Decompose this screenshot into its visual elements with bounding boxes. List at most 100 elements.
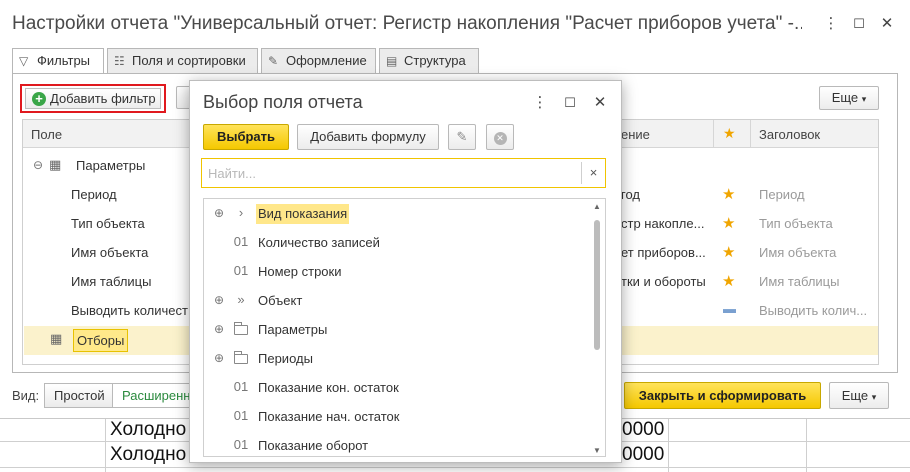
tree-item[interactable]: 01 Показание оборот <box>204 431 589 456</box>
tree-item[interactable]: ⊕ Параметры <box>204 315 589 344</box>
star-column-icon[interactable]: ★ <box>723 125 736 142</box>
tree-item-label[interactable]: Показание оборот <box>256 436 370 456</box>
tree-scrollbar[interactable]: ▲ ▼ <box>590 200 604 456</box>
view-extended-link[interactable]: Расширенн <box>112 383 192 408</box>
column-separator <box>713 120 714 148</box>
filter-row-value[interactable]: тки и обороты <box>621 274 706 289</box>
number-icon: 01 <box>233 234 249 249</box>
sheet-cell-value: 0000 <box>622 444 665 465</box>
tree-item-label[interactable]: Параметры <box>256 320 329 340</box>
group-parameters[interactable]: Параметры <box>76 158 145 173</box>
tree-item[interactable]: 01 Показание нач. остаток <box>204 402 589 431</box>
fields-icon: ☷ <box>114 54 125 68</box>
number-icon: 01 <box>233 379 249 394</box>
filter-icon: ▽ <box>19 54 29 68</box>
expand-icon[interactable]: ⊕ <box>213 322 225 336</box>
expand-icon[interactable]: ⊕ <box>213 351 225 365</box>
search-field[interactable]: × <box>201 158 606 188</box>
tree-item[interactable]: ⊕ › Вид показания <box>204 199 589 228</box>
select-button[interactable]: Выбрать <box>203 124 289 150</box>
tab-label: Фильтры <box>37 53 91 68</box>
tab-label: Поля и сортировки <box>132 53 246 68</box>
scroll-up-icon[interactable]: ▲ <box>590 202 604 211</box>
tree-item-label[interactable]: Показание нач. остаток <box>256 407 401 427</box>
tree-item[interactable]: 01 Номер строки <box>204 257 589 286</box>
tree-item-label[interactable]: Вид показания <box>256 204 350 224</box>
more-button[interactable]: Еще ▾ <box>819 86 879 110</box>
delete-button[interactable]: ✕ <box>486 124 514 150</box>
tree-item[interactable]: ⊕ » Объект <box>204 286 589 315</box>
tab-label: Структура <box>404 53 466 68</box>
close-icon[interactable]: ✕ <box>590 93 610 113</box>
column-separator <box>750 120 751 148</box>
number-icon: 01 <box>233 408 249 423</box>
tree-item-label[interactable]: Номер строки <box>256 262 344 282</box>
filter-row-field[interactable]: Имя таблицы <box>71 274 151 289</box>
filter-row-heading[interactable]: Период <box>759 187 805 202</box>
tab-label: Оформление <box>286 53 367 68</box>
chevron-right-icon: › <box>238 205 244 220</box>
bottom-more-button[interactable]: Еще ▾ <box>829 382 889 409</box>
filter-row-field[interactable]: Тип объекта <box>71 216 145 231</box>
add-filter-button[interactable]: + Добавить фильтр <box>20 84 166 113</box>
dash-icon[interactable]: ▬ <box>723 301 736 316</box>
double-chevron-icon: » <box>237 292 245 307</box>
more-options-icon[interactable]: ⋮ <box>821 14 841 34</box>
filter-row-heading[interactable]: Имя таблицы <box>759 274 839 289</box>
delete-circle-icon: ✕ <box>493 132 507 145</box>
filter-row-field[interactable]: Выводить количест <box>71 303 188 318</box>
star-icon[interactable]: ★ <box>722 272 735 290</box>
maximize-icon[interactable]: ☐ <box>849 14 869 34</box>
add-filter-button-body[interactable]: + Добавить фильтр <box>25 88 161 109</box>
tree-item-label[interactable]: Объект <box>256 291 304 311</box>
more-label: Еще <box>831 90 859 105</box>
tree-item[interactable]: ⊕ Периоды <box>204 344 589 373</box>
filter-row-value[interactable]: год <box>621 187 640 202</box>
filter-row-heading[interactable]: Имя объекта <box>759 245 836 260</box>
maximize-icon[interactable]: ☐ <box>560 93 580 113</box>
column-header-field[interactable]: Поле <box>31 127 62 142</box>
filter-row-value[interactable]: стр накопле... <box>621 216 704 231</box>
view-simple-button[interactable]: Простой <box>44 383 115 408</box>
tab-filters[interactable]: ▽ Фильтры <box>12 48 104 75</box>
tree-item-label[interactable]: Количество записей <box>256 233 382 253</box>
star-icon[interactable]: ★ <box>722 185 735 203</box>
edit-pencil-icon[interactable]: ✎ <box>448 124 476 150</box>
column-header-value[interactable]: ение <box>621 127 650 142</box>
sheet-cell-text: Холодно <box>110 444 187 465</box>
dropdown-arrow-icon: ▾ <box>861 94 867 104</box>
tree-item-label[interactable]: Периоды <box>256 349 315 369</box>
group-filters-label[interactable]: Отборы <box>73 329 129 352</box>
filter-row-heading[interactable]: Выводить колич... <box>759 303 867 318</box>
star-icon[interactable]: ★ <box>722 243 735 261</box>
column-header-heading[interactable]: Заголовок <box>759 127 820 142</box>
add-formula-button[interactable]: Добавить формулу <box>297 124 439 150</box>
close-and-generate-button[interactable]: Закрыть и сформировать <box>624 382 821 409</box>
filter-row-field[interactable]: Имя объекта <box>71 245 148 260</box>
sheet-cell-value: 0000 <box>622 419 665 440</box>
view-label: Вид: <box>12 388 40 403</box>
filter-row-value[interactable]: ет приборов... <box>621 245 706 260</box>
scrollbar-thumb[interactable] <box>594 220 600 350</box>
close-icon[interactable]: ✕ <box>877 14 897 34</box>
tab-fields-sorting[interactable]: ☷ Поля и сортировки <box>107 48 258 74</box>
tab-structure[interactable]: ▤ Структура <box>379 48 479 74</box>
sheet-gridline <box>0 467 910 468</box>
add-circle-icon: + <box>32 92 46 106</box>
scroll-down-icon[interactable]: ▼ <box>590 446 604 455</box>
tree-item[interactable]: 01 Количество записей <box>204 228 589 257</box>
clear-search-icon[interactable]: × <box>581 162 605 184</box>
filter-row-heading[interactable]: Тип объекта <box>759 216 833 231</box>
tab-appearance[interactable]: ✎ Оформление <box>261 48 376 74</box>
filter-row-field[interactable]: Период <box>71 187 117 202</box>
tree-item-label[interactable]: Показание кон. остаток <box>256 378 401 398</box>
collapse-icon[interactable]: ⊖ <box>33 158 43 172</box>
sheet-gridline <box>105 419 106 472</box>
more-options-icon[interactable]: ⋮ <box>530 93 550 113</box>
tree-item[interactable]: 01 Показание кон. остаток <box>204 373 589 402</box>
expand-icon[interactable]: ⊕ <box>213 293 225 307</box>
search-input[interactable] <box>206 162 576 184</box>
expand-icon[interactable]: ⊕ <box>213 206 225 220</box>
parameters-group-icon: ▦ <box>49 157 62 172</box>
star-icon[interactable]: ★ <box>722 214 735 232</box>
